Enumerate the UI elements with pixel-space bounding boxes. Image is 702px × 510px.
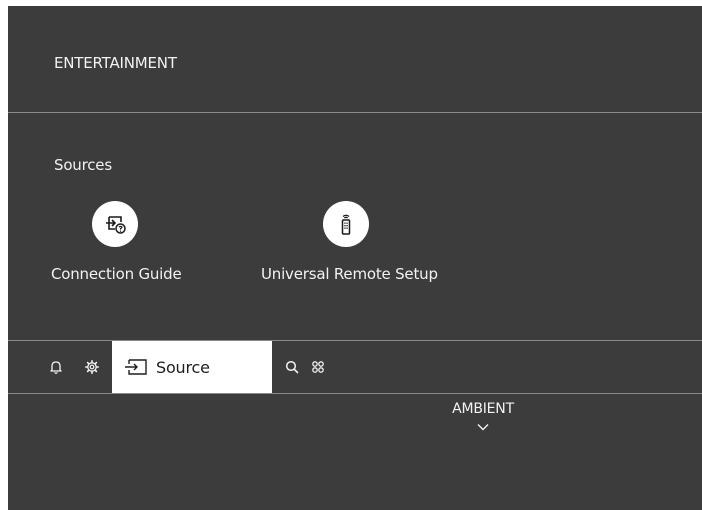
source-input-icon <box>124 358 148 376</box>
source-button-label: Source <box>156 357 210 377</box>
divider <box>8 112 702 113</box>
chevron-down-icon <box>408 417 558 431</box>
tv-home-screen: ENTERTAINMENT Sources Connection Guide U… <box>8 6 702 510</box>
search-icon[interactable] <box>282 357 302 377</box>
divider <box>8 393 702 394</box>
ambient-button[interactable]: AMBIENT <box>408 401 558 431</box>
source-button[interactable]: Source <box>112 341 272 393</box>
gear-icon[interactable] <box>82 357 102 377</box>
page-title: ENTERTAINMENT <box>54 54 177 72</box>
apps-icon[interactable] <box>308 357 328 377</box>
connection-guide-icon[interactable] <box>92 201 138 247</box>
ambient-label: AMBIENT <box>452 401 514 417</box>
sources-heading: Sources <box>54 156 112 174</box>
universal-remote-setup-label: Universal Remote Setup <box>261 265 438 283</box>
remote-icon[interactable] <box>323 201 369 247</box>
bell-icon[interactable] <box>46 357 66 377</box>
connection-guide-label: Connection Guide <box>51 265 182 283</box>
